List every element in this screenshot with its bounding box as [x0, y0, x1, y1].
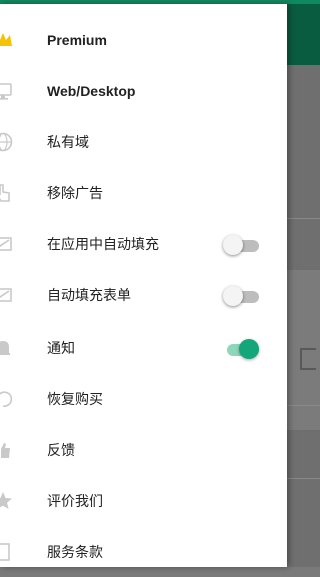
app-toolbar — [287, 4, 320, 65]
drawer-item-premium[interactable]: Premium — [0, 14, 287, 65]
drawer-item-in-app-autofill[interactable]: 在应用中自动填充 — [0, 218, 287, 269]
drawer-item-label: 评价我们 — [47, 492, 103, 509]
in-app-autofill-toggle[interactable] — [223, 233, 259, 255]
drawer-item-autofill-forms[interactable]: 自动填充表单 — [0, 269, 287, 320]
drawer-item-private-domain[interactable]: 私有域 — [0, 116, 287, 167]
divider — [287, 478, 320, 479]
star-icon — [0, 490, 14, 512]
drawer-item-notifications[interactable]: 通知 — [0, 322, 287, 373]
drawer-item-label: 自动填充表单 — [47, 286, 131, 303]
autofill-icon — [0, 233, 14, 255]
drawer-item-label: 反馈 — [47, 441, 75, 458]
document-icon — [0, 541, 14, 563]
hand-touch-icon — [0, 182, 14, 204]
divider — [287, 405, 320, 406]
background-icon — [300, 348, 316, 370]
drawer-item-label: 服务条款 — [47, 543, 103, 560]
autofill-forms-toggle[interactable] — [223, 284, 259, 306]
drawer-item-label: 在应用中自动填充 — [47, 235, 159, 252]
drawer-item-label: 恢复购买 — [47, 390, 103, 407]
notifications-toggle[interactable] — [223, 337, 259, 359]
restore-icon — [0, 388, 14, 410]
divider — [287, 218, 320, 219]
crown-icon — [0, 29, 14, 51]
thumbs-up-icon — [0, 439, 14, 461]
drawer-item-remove-ads[interactable]: 移除广告 — [0, 167, 287, 218]
drawer-item-label: Web/Desktop — [47, 82, 136, 99]
drawer-item-label: 私有域 — [47, 133, 89, 150]
drawer-item-feedback[interactable]: 反馈 — [0, 424, 287, 475]
drawer-item-rate-us[interactable]: 评价我们 — [0, 475, 287, 526]
drawer-item-restore-purchase[interactable]: 恢复购买 — [0, 373, 287, 424]
drawer-item-label: 移除广告 — [47, 184, 103, 201]
drawer-item-terms-of-service[interactable]: 服务条款 — [0, 526, 287, 577]
drawer-item-web-desktop[interactable]: Web/Desktop — [0, 65, 287, 116]
form-autofill-icon — [0, 284, 14, 306]
drawer-item-label: Premium — [47, 31, 107, 48]
www-globe-icon — [0, 131, 14, 153]
navigation-drawer: Premium Web/Desktop 私有域 移除广告 在应用中自动填充 自动… — [0, 4, 287, 567]
drawer-item-label: 通知 — [47, 339, 75, 356]
bell-icon — [0, 337, 14, 359]
desktop-icon — [0, 80, 14, 102]
